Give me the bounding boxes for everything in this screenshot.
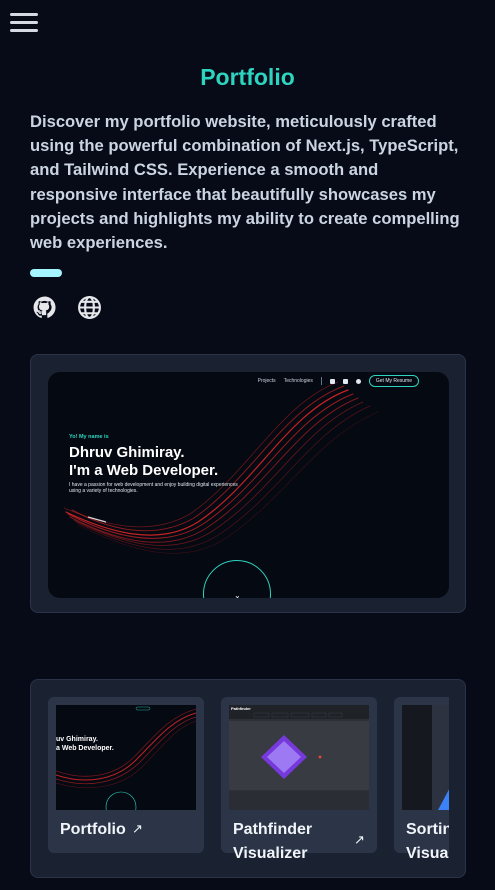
github-small-icon bbox=[355, 378, 361, 384]
thumb-grid-graphic bbox=[229, 712, 369, 810]
thumb-name-line2: a Web Developer. bbox=[56, 745, 114, 752]
gallery-card-portfolio[interactable]: uv Ghimiray. a Web Developer. Portfolio … bbox=[48, 697, 204, 853]
thumb-name-line1: uv Ghimiray. bbox=[56, 736, 98, 743]
linkedin-icon bbox=[342, 378, 348, 384]
preview-resume-button: Get My Resume bbox=[368, 375, 419, 387]
project-title: Portfolio bbox=[200, 64, 295, 90]
globe-icon[interactable] bbox=[77, 295, 102, 320]
preview-name-line1: Dhruv Ghimiray. bbox=[69, 444, 185, 461]
pathfinder-thumbnail: Pathfinder bbox=[229, 705, 369, 810]
github-icon[interactable] bbox=[32, 295, 57, 320]
sorting-thumbnail bbox=[402, 705, 449, 810]
thumb-sorting-graphic bbox=[402, 705, 449, 810]
chevron-down-icon: ⌄ bbox=[234, 591, 241, 598]
theme-toggle-icon bbox=[329, 378, 335, 384]
preview-greeting: Yo! My name is bbox=[69, 434, 109, 440]
project-links bbox=[32, 295, 102, 320]
preview-name-line2: I'm a Web Developer. bbox=[69, 462, 219, 479]
portfolio-screenshot: Projects Technologies Get My Resume Yo! … bbox=[48, 372, 449, 598]
preview-tagline: I have a passion for web development and… bbox=[69, 482, 238, 494]
projects-gallery: uv Ghimiray. a Web Developer. Portfolio … bbox=[30, 679, 466, 878]
thumb-swoosh-graphic bbox=[56, 706, 196, 810]
hamburger-menu-icon[interactable] bbox=[10, 13, 38, 33]
gallery-card-label: Portfolio bbox=[60, 821, 126, 838]
external-link-arrow-icon: ↗ bbox=[354, 832, 365, 847]
gallery-card-label: Pathfinder Visualizer bbox=[233, 821, 313, 862]
preview-nav-projects: Projects bbox=[257, 378, 276, 384]
external-link-arrow-icon: ↗ bbox=[132, 821, 143, 836]
preview-nav-technologies: Technologies bbox=[283, 378, 313, 384]
portfolio-thumbnail: uv Ghimiray. a Web Developer. bbox=[56, 705, 196, 810]
gallery-card-pathfinder[interactable]: Pathfinder Pathfinder Visualizer ↗ bbox=[221, 697, 377, 862]
preview-nav-divider bbox=[320, 377, 322, 385]
gallery-card-label: Sorting Visualizer bbox=[406, 821, 449, 862]
accent-pill bbox=[30, 269, 62, 277]
project-description: Discover my portfolio website, meticulou… bbox=[30, 112, 460, 253]
gallery-track[interactable]: uv Ghimiray. a Web Developer. Portfolio … bbox=[48, 697, 449, 877]
preview-navbar: Projects Technologies Get My Resume bbox=[258, 375, 419, 387]
gallery-card-sorting[interactable]: Sorting Visualizer bbox=[394, 697, 449, 862]
project-preview-card: Projects Technologies Get My Resume Yo! … bbox=[30, 354, 466, 613]
